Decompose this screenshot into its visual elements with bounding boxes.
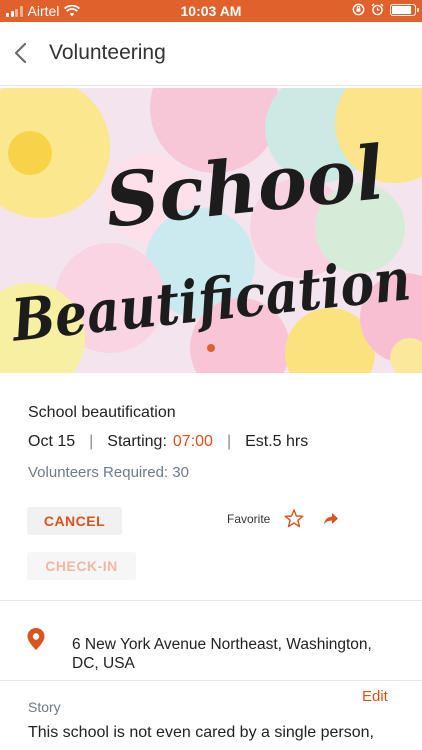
event-meta-row: Oct 15 | Starting: 07:00 | Est.5 hrs (28, 433, 308, 451)
starting-label: Starting: (107, 433, 167, 450)
share-icon[interactable] (323, 512, 339, 526)
starting-time: 07:00 (172, 433, 213, 450)
volunteers-required: Volunteers Required: 30 (28, 464, 189, 481)
event-hero-image[interactable]: School Beautification (0, 88, 422, 373)
event-title: School beautification (28, 404, 176, 421)
story-label: Story (28, 699, 61, 715)
volunteers-count: 30 (172, 464, 189, 481)
carousel-page-indicator[interactable] (207, 344, 215, 352)
story-text: This school is not even cared by a singl… (28, 724, 374, 741)
star-icon[interactable] (284, 509, 304, 528)
nav-header: Volunteering (0, 22, 422, 86)
battery-icon (390, 3, 419, 16)
cancel-button[interactable]: CANCEL (27, 507, 122, 535)
floral-banner: School Beautification (0, 88, 422, 373)
status-right (352, 3, 419, 16)
back-arrow-icon[interactable] (10, 39, 32, 67)
favorite-label: Favorite (227, 512, 271, 526)
page-title: Volunteering (49, 41, 166, 64)
divider (0, 600, 422, 601)
alarm-icon (371, 3, 384, 16)
estimated-duration: Est.5 hrs (245, 433, 309, 450)
divider (0, 680, 422, 681)
edit-story-link[interactable]: Edit (362, 688, 388, 705)
status-bar: Airtel 10:03 AM (0, 0, 422, 22)
separator: | (89, 433, 94, 450)
rotation-lock-icon (352, 3, 365, 16)
volunteers-label: Volunteers Required: (28, 464, 169, 481)
location-pin-icon (27, 628, 45, 650)
check-in-button[interactable]: CHECK-IN (27, 552, 136, 580)
event-address[interactable]: 6 New York Avenue Northeast, Washington,… (72, 635, 402, 673)
event-date: Oct 15 (28, 433, 76, 450)
separator: | (226, 433, 232, 450)
